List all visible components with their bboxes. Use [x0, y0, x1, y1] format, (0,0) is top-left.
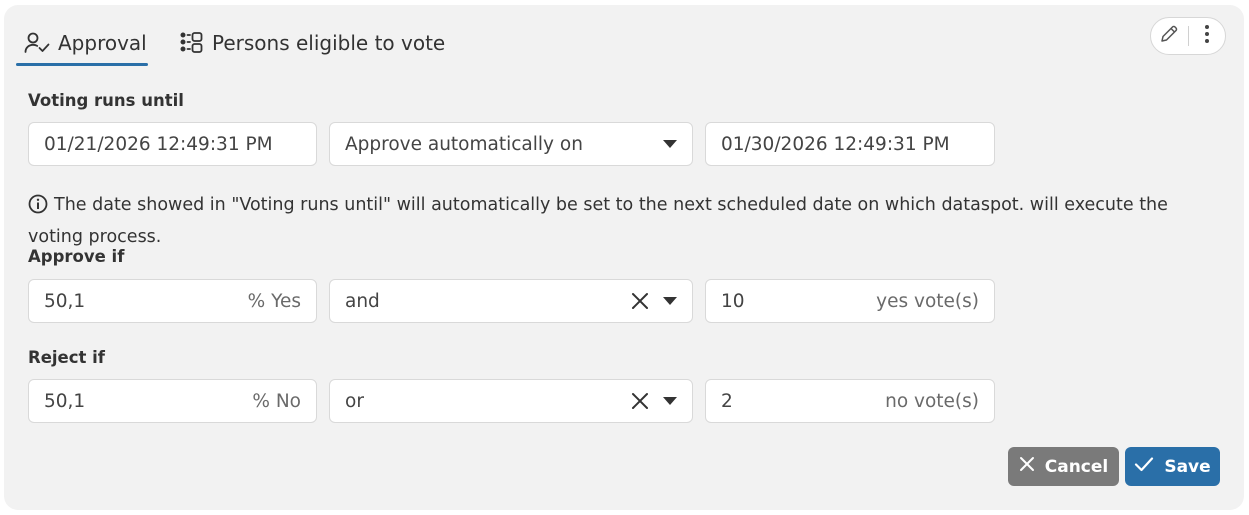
info-icon	[28, 194, 48, 223]
active-tab-indicator	[16, 63, 148, 66]
auto-approve-date-field[interactable]: 01/30/2026 12:49:31 PM	[705, 122, 995, 166]
caret-down-icon[interactable]	[662, 397, 678, 405]
voting-info-note: The date showed in "Voting runs until" w…	[28, 191, 1228, 251]
tab-approval-label: Approval	[58, 31, 147, 55]
approve-percent-suffix: % Yes	[247, 290, 301, 312]
approve-count-value: 10	[721, 290, 745, 312]
cancel-label: Cancel	[1044, 456, 1109, 477]
close-icon	[1019, 456, 1035, 477]
auto-approve-date-value: 01/30/2026 12:49:31 PM	[721, 133, 950, 155]
approval-mode-select[interactable]: Approve automatically on	[329, 122, 693, 166]
approve-percent-value: 50,1	[44, 290, 86, 312]
approval-mode-value: Approve automatically on	[345, 133, 583, 155]
approve-count-suffix: yes vote(s)	[876, 290, 979, 312]
close-icon[interactable]	[628, 289, 652, 313]
info-text: The date showed in "Voting runs until" w…	[28, 195, 1168, 247]
reject-count-field[interactable]: 2 no vote(s)	[705, 379, 995, 423]
panel-actions	[1150, 17, 1226, 55]
approve-operator-select[interactable]: and	[329, 279, 693, 323]
approve-if-label: Approve if	[28, 247, 125, 266]
list-people-icon	[180, 32, 204, 54]
tab-approval[interactable]: Approval	[24, 19, 147, 67]
save-label: Save	[1164, 456, 1211, 477]
cancel-button[interactable]: Cancel	[1008, 447, 1119, 486]
caret-down-icon[interactable]	[662, 140, 678, 148]
check-icon	[1134, 456, 1154, 477]
reject-if-label: Reject if	[28, 348, 105, 367]
voting-date-value: 01/21/2026 12:49:31 PM	[44, 133, 273, 155]
caret-down-icon[interactable]	[662, 297, 678, 305]
reject-operator-select[interactable]: or	[329, 379, 693, 423]
approve-count-field[interactable]: 10 yes vote(s)	[705, 279, 995, 323]
more-options-button[interactable]	[1188, 18, 1225, 54]
approve-operator-value: and	[345, 290, 380, 312]
approve-percent-field[interactable]: 50,1 % Yes	[28, 279, 317, 323]
tab-persons-label: Persons eligible to vote	[212, 31, 446, 55]
pencil-icon	[1159, 24, 1179, 48]
reject-count-suffix: no vote(s)	[885, 390, 979, 412]
voting-runs-until-label: Voting runs until	[28, 91, 184, 110]
close-icon[interactable]	[628, 389, 652, 413]
voting-date-field[interactable]: 01/21/2026 12:49:31 PM	[28, 122, 317, 166]
reject-operator-value: or	[345, 390, 364, 412]
more-vertical-icon	[1204, 24, 1210, 48]
edit-button[interactable]	[1151, 18, 1188, 54]
reject-percent-value: 50,1	[44, 390, 86, 412]
reject-count-value: 2	[721, 390, 733, 412]
reject-percent-field[interactable]: 50,1 % No	[28, 379, 317, 423]
tab-persons-eligible[interactable]: Persons eligible to vote	[180, 19, 445, 67]
save-button[interactable]: Save	[1125, 447, 1220, 486]
person-check-icon	[24, 31, 50, 55]
approval-panel: Approval Persons eligible to vote Voting…	[4, 5, 1244, 510]
reject-percent-suffix: % No	[252, 390, 301, 412]
